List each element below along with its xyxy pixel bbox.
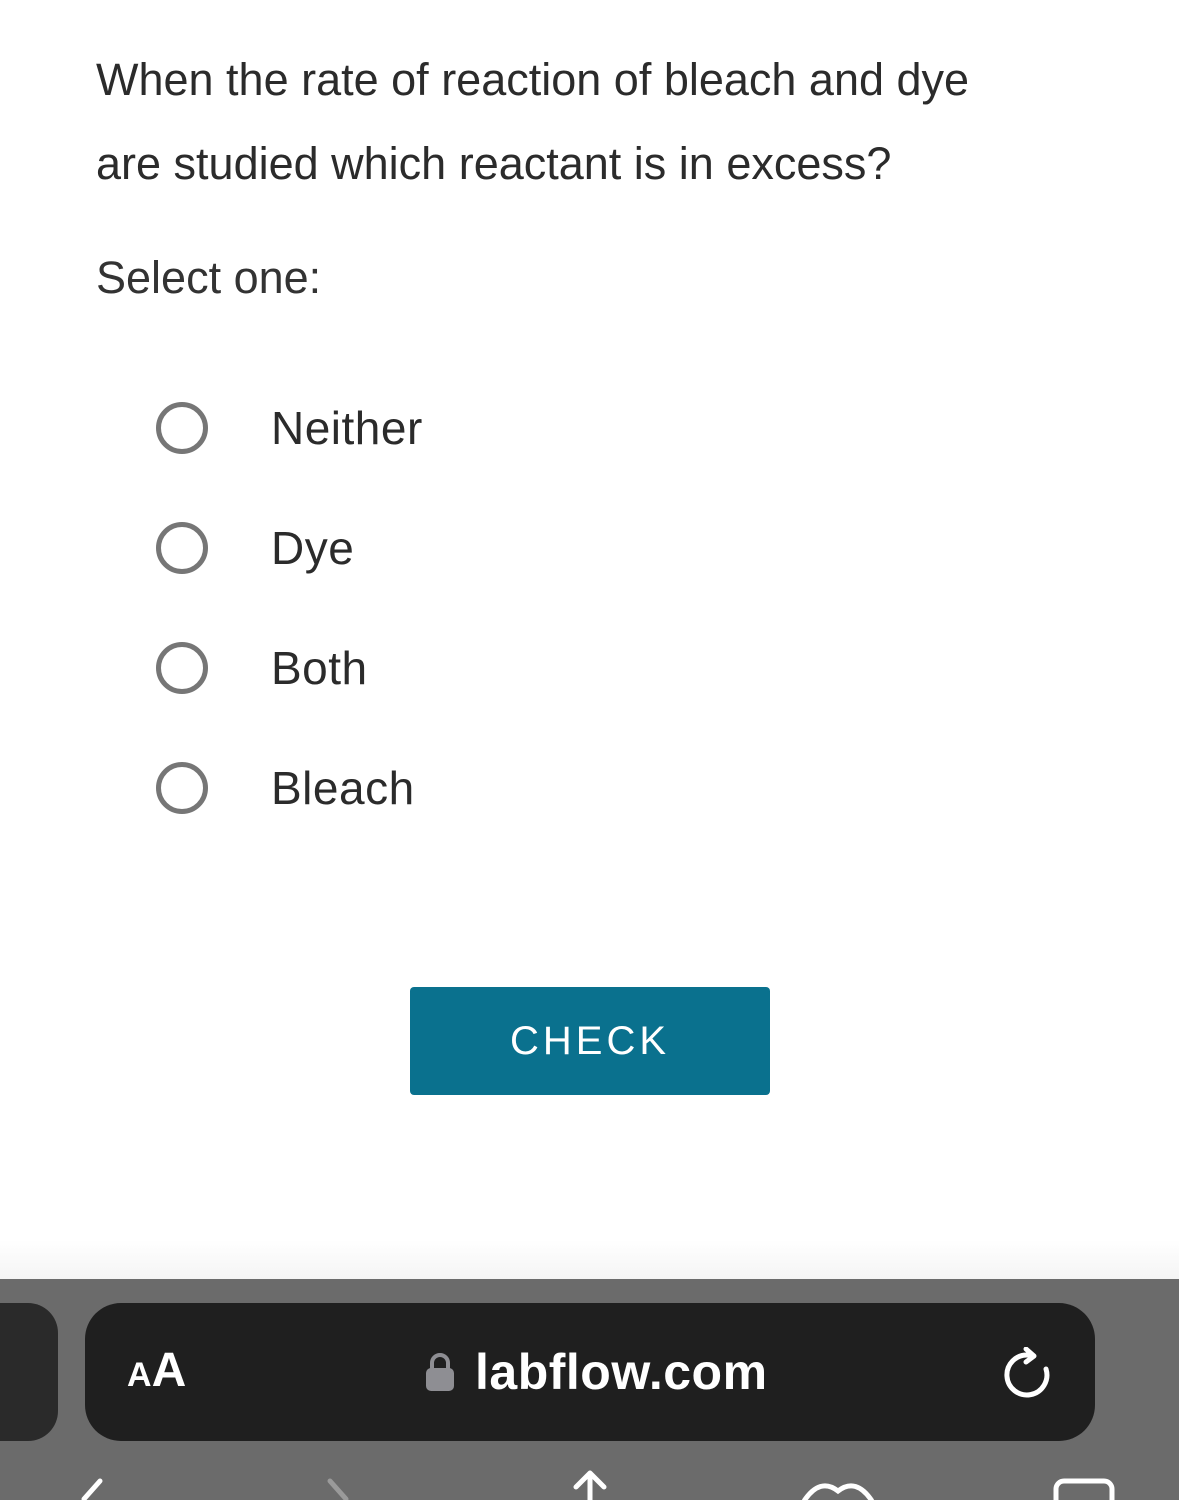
question-line-2: are studied which reactant is in excess? [96, 138, 892, 189]
radio-button-neither[interactable] [156, 402, 208, 454]
option-bleach[interactable]: Bleach [156, 758, 956, 818]
lock-icon [425, 1352, 455, 1392]
radio-button-both[interactable] [156, 642, 208, 694]
option-label: Dye [271, 522, 355, 574]
option-label: Both [271, 642, 368, 694]
radio-button-dye[interactable] [156, 522, 208, 574]
quiz-page: When the rate of reaction of bleach and … [0, 0, 1179, 1500]
url-text: labflow.com [475, 1344, 768, 1400]
question-text: When the rate of reaction of bleach and … [96, 38, 1096, 206]
previous-tab-preview[interactable] [0, 1303, 58, 1441]
forward-icon [327, 1478, 349, 1500]
bottom-nav-icons [81, 1470, 1115, 1500]
option-dye[interactable]: Dye [156, 518, 956, 578]
option-label: Neither [271, 402, 423, 454]
back-icon [81, 1478, 103, 1500]
browser-toolbar: A A labflow.com [0, 1279, 1179, 1500]
answer-options: Neither Dye Both Bleach [156, 398, 956, 878]
check-button[interactable]: CHECK [410, 987, 770, 1095]
option-label: Bleach [271, 762, 415, 814]
text-size-button[interactable]: A A [127, 1343, 186, 1403]
text-size-small-glyph: A [127, 1356, 152, 1394]
select-one-prompt: Select one: [96, 252, 322, 303]
reload-icon[interactable] [1000, 1346, 1056, 1403]
bookmarks-icon [801, 1483, 875, 1500]
text-size-large-glyph: A [151, 1344, 187, 1397]
toolbar-shadow [0, 1240, 1179, 1280]
url-display[interactable]: labflow.com [425, 1339, 768, 1405]
tabs-icon [1053, 1478, 1115, 1500]
address-bar[interactable]: A A labflow.com [85, 1303, 1095, 1441]
question-line-1: When the rate of reaction of bleach and … [96, 54, 970, 105]
option-both[interactable]: Both [156, 638, 956, 698]
share-icon [573, 1470, 607, 1500]
option-neither[interactable]: Neither [156, 398, 956, 458]
radio-button-bleach[interactable] [156, 762, 208, 814]
